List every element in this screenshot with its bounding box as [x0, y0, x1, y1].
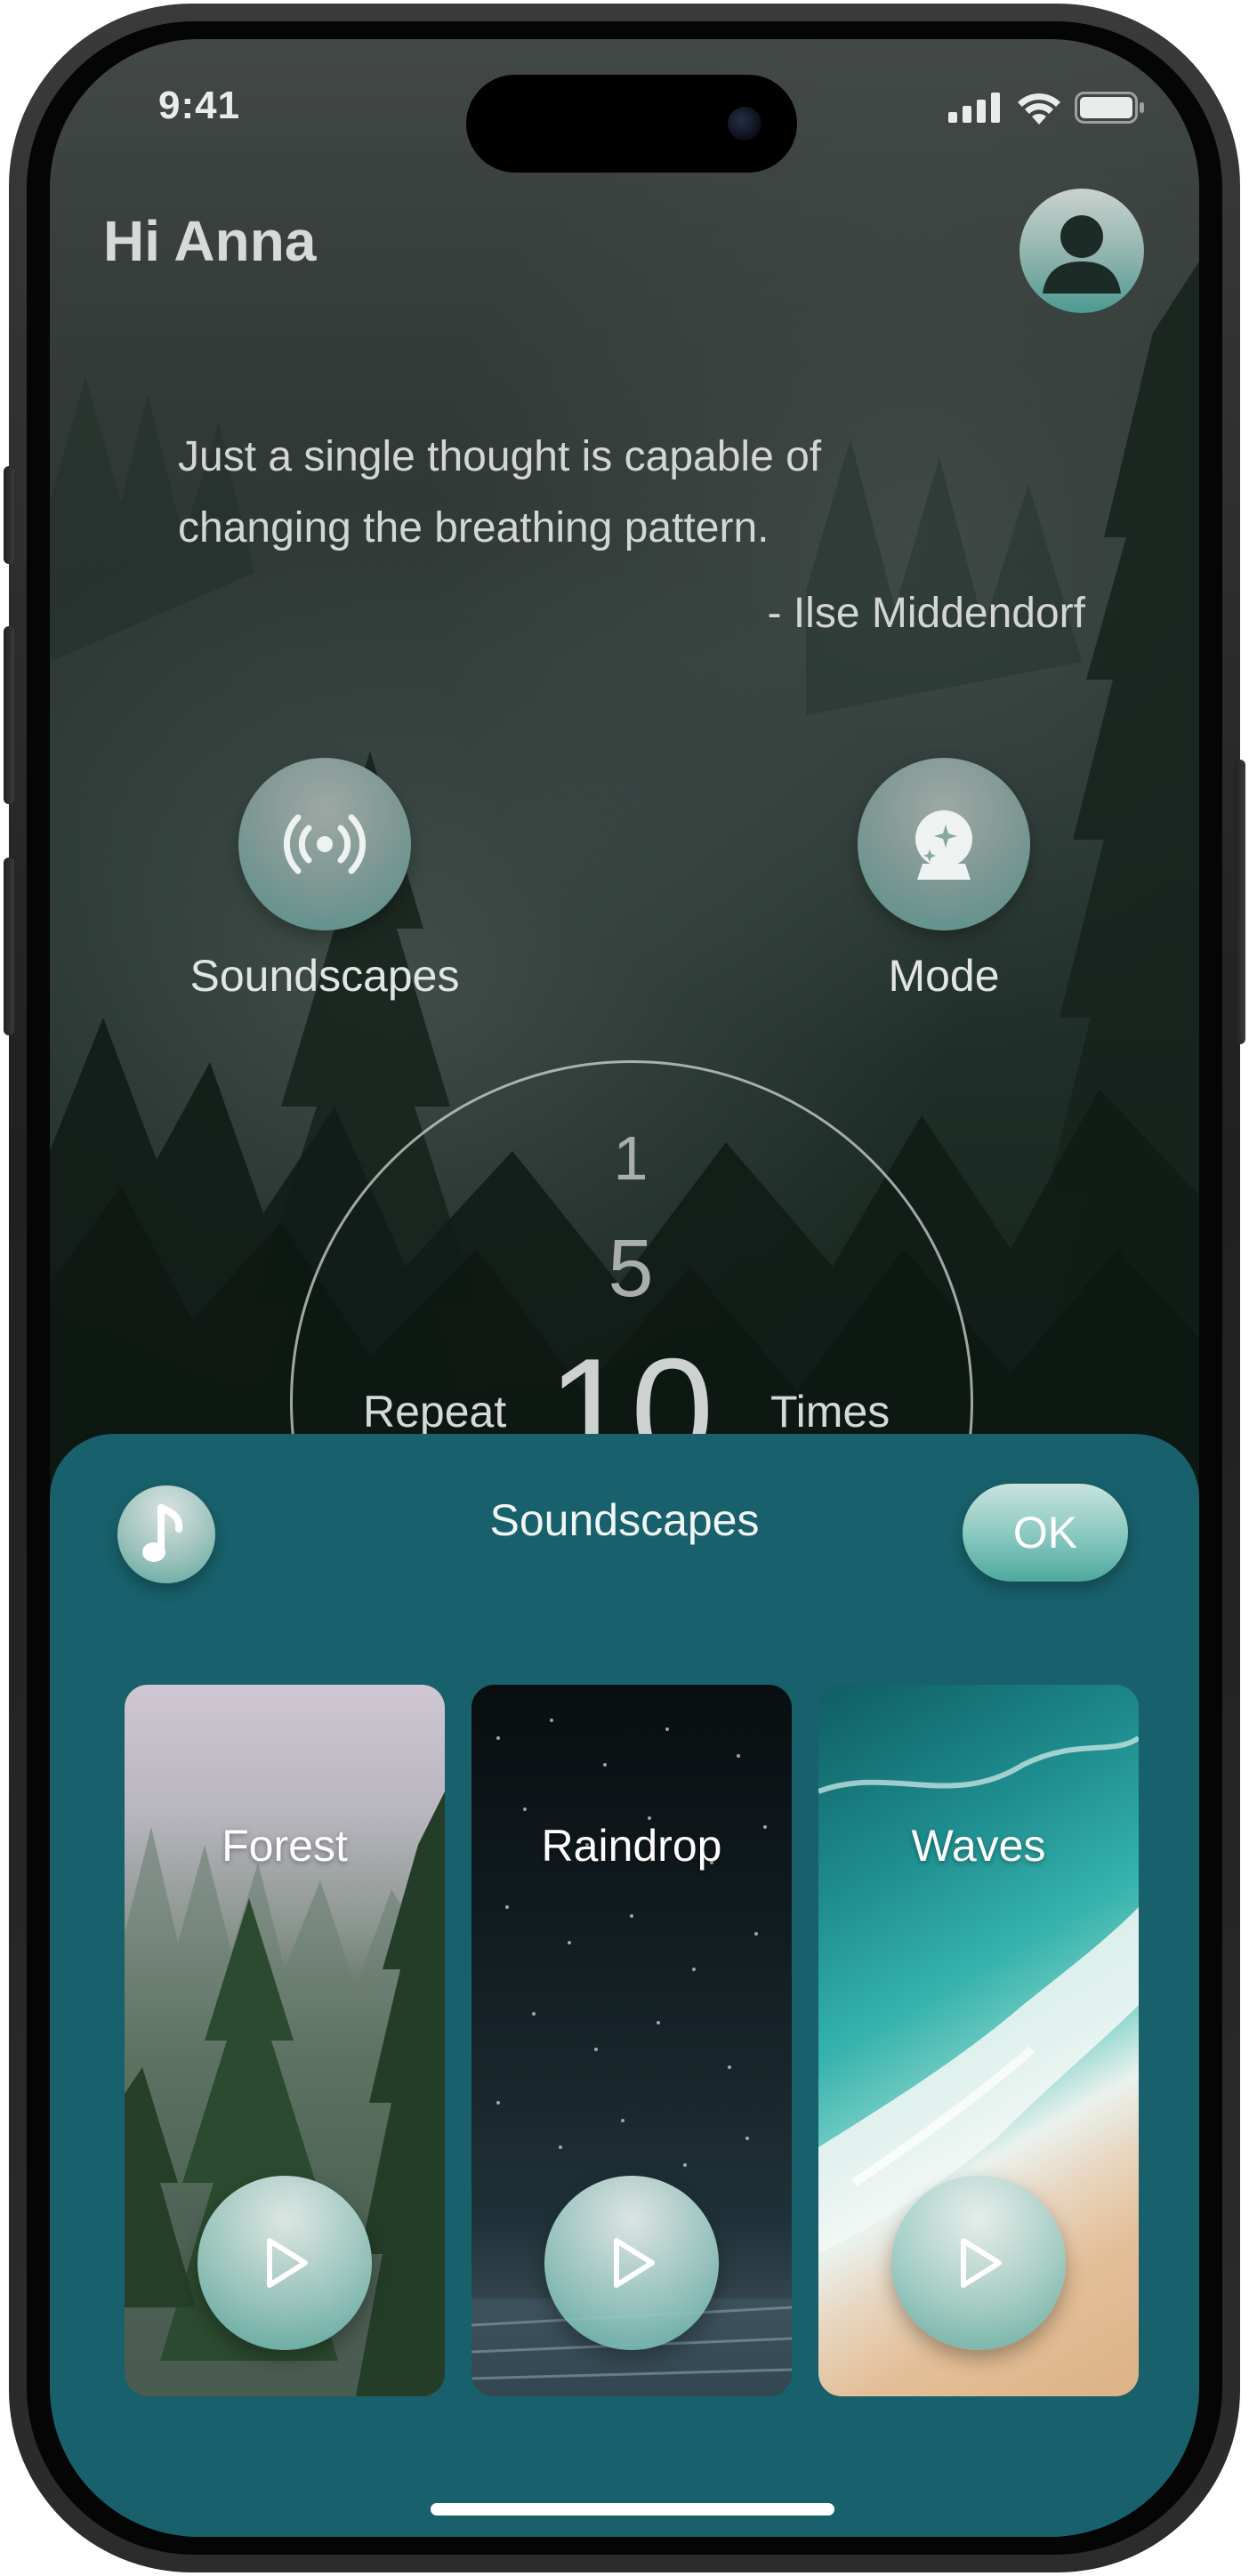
user-icon [1043, 215, 1121, 294]
front-camera [728, 107, 761, 141]
status-time: 9:41 [158, 84, 241, 127]
volume-up-button [4, 626, 14, 804]
home-indicator[interactable] [431, 2503, 834, 2516]
greeting-title: Hi Anna [103, 209, 317, 273]
quote-author: - Ilse Middendorf [767, 590, 1086, 637]
quote-text: Just a single thought is capable of chan… [178, 433, 822, 551]
play-button[interactable] [197, 2176, 372, 2350]
soundscapes-sheet: Soundscapes OK Forest Raindrop Waves [50, 1434, 1199, 2537]
repeat-label: Repeat [363, 1387, 507, 1437]
power-button [1235, 760, 1245, 1044]
soundscape-card-waves[interactable]: Waves [818, 1685, 1139, 2396]
card-label: Waves [911, 1821, 1046, 1871]
broadcast-icon [283, 814, 367, 874]
dial-value-option[interactable]: 1 [542, 1123, 720, 1194]
crystal-ball-icon [915, 810, 972, 880]
screen: 9:41 Hi Anna Just a single thought is ca… [50, 39, 1199, 2537]
play-icon [614, 2238, 655, 2288]
soundscape-card-forest[interactable]: Forest [125, 1685, 445, 2396]
cellular-signal-icon [948, 93, 1000, 123]
card-label: Forest [222, 1821, 348, 1871]
mode-option-button[interactable] [858, 758, 1030, 930]
phone-frame: 9:41 Hi Anna Just a single thought is ca… [4, 4, 1245, 2572]
action-button [4, 466, 14, 564]
dynamic-island [466, 75, 797, 173]
wifi-icon [1018, 93, 1060, 125]
ok-button[interactable]: OK [963, 1484, 1128, 1582]
soundscapes-option-label: Soundscapes [189, 951, 460, 1001]
play-icon [267, 2238, 308, 2288]
profile-avatar[interactable] [1019, 189, 1144, 313]
play-button[interactable] [891, 2176, 1066, 2350]
status-icons [948, 91, 1146, 125]
dial-value-option[interactable]: 5 [542, 1222, 720, 1316]
volume-down-button [4, 857, 14, 1035]
card-label: Raindrop [541, 1821, 722, 1871]
mode-option-label: Mode [888, 951, 1000, 1001]
times-label: Times [770, 1387, 890, 1437]
play-icon [961, 2238, 1002, 2288]
soundscapes-option-button[interactable] [238, 758, 411, 930]
play-button[interactable] [544, 2176, 719, 2350]
battery-icon [1075, 92, 1144, 124]
soundscape-card-raindrop[interactable]: Raindrop [471, 1685, 792, 2396]
